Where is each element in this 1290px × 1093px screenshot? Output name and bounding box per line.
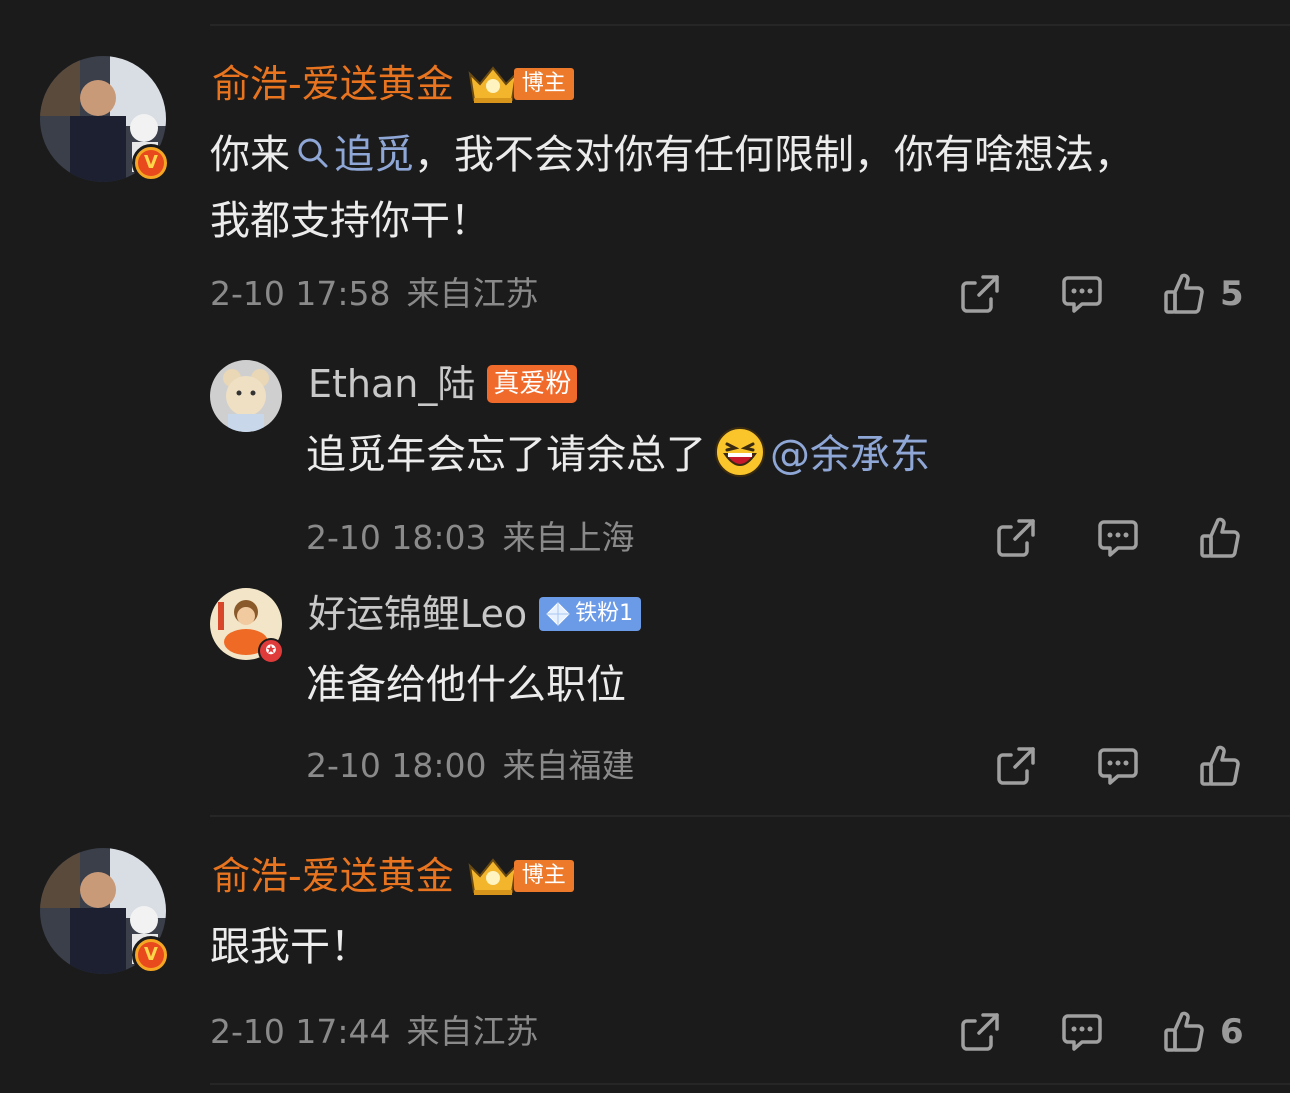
like-button[interactable] [1162,272,1206,316]
author-name[interactable]: 好运锦鲤Leo 铁粉1 [308,590,642,638]
comment-actions [994,744,1242,788]
comment-location: 来自江苏 [406,274,539,313]
crown-icon [468,66,518,103]
share-button[interactable] [958,1010,1002,1054]
like-button[interactable] [1198,744,1242,788]
comment-icon [1098,520,1138,557]
share-icon [997,747,1035,785]
comment-location: 来自江苏 [406,1012,539,1051]
laughing-emoji-icon [715,427,765,477]
diamond-icon [546,602,570,626]
author-name[interactable]: 俞浩-爱送黄金 博主 [212,852,574,900]
comment-meta: 2-10 18:03 来自上海 [306,518,651,558]
share-icon [961,275,999,313]
section-divider [210,815,1290,817]
reply-button[interactable] [1096,516,1140,560]
like-button[interactable] [1198,516,1242,560]
reply-button[interactable] [1096,744,1140,788]
comment-actions [994,516,1242,560]
comment-icon [1062,1014,1102,1051]
verified-v-icon: V [132,144,170,182]
comment-date: 2-10 17:58 [210,274,391,313]
share-icon [997,519,1035,557]
comment-date: 2-10 18:03 [306,518,487,557]
crown-icon [468,858,518,895]
member-badge-icon: ✪ [258,638,284,664]
thumbs-up-icon [1200,745,1240,786]
comment-text: 追觅年会忘了请余总了 @余承东 [306,422,1246,488]
comment-text: 你来 追觅，我不会对你有任何限制，你有啥想法， 我都支持你干！ [210,132,1134,244]
mention-link[interactable]: @余承东 [770,432,930,478]
comment-icon [1098,748,1138,785]
comment-date: 2-10 17:44 [210,1012,391,1051]
comment-actions: 5 [958,272,1244,316]
bottom-divider [210,1083,1290,1085]
blogger-badge: 博主 [466,854,574,898]
comment-location: 来自福建 [502,746,635,785]
author-name[interactable]: 俞浩-爱送黄金 博主 [212,60,574,108]
like-count: 5 [1220,274,1244,314]
thumbs-up-icon [1164,1011,1204,1052]
search-icon [298,138,328,168]
like-count: 6 [1220,1012,1244,1052]
comment-text: 跟我干！ [210,924,370,970]
topic-link[interactable]: 追觅 [290,132,414,178]
comment-icon [1062,276,1102,313]
comment-date: 2-10 18:00 [306,746,487,785]
comment-actions: 6 [958,1010,1244,1054]
avatar[interactable] [210,360,282,432]
comment-meta: 2-10 17:44 来自江苏 [210,1012,555,1052]
fan-badge: 真爱粉 [487,365,578,403]
top-divider [210,24,1290,26]
reply-button[interactable] [1060,272,1104,316]
comment-meta: 2-10 18:00 来自福建 [306,746,651,786]
comment-meta: 2-10 17:58 来自江苏 [210,274,555,314]
share-icon [961,1013,999,1051]
author-name[interactable]: Ethan_陆 真爱粉 [308,360,578,408]
like-button[interactable] [1162,1010,1206,1054]
comment-location: 来自上海 [502,518,635,557]
comment-text: 准备给他什么职位 [306,662,626,708]
share-button[interactable] [994,516,1038,560]
share-button[interactable] [994,744,1038,788]
thumbs-up-icon [1164,273,1204,314]
iron-fan-badge: 铁粉1 [539,597,642,631]
thumbs-up-icon [1200,517,1240,558]
blogger-badge: 博主 [466,62,574,106]
reply-button[interactable] [1060,1010,1104,1054]
verified-v-icon: V [132,936,170,974]
share-button[interactable] [958,272,1002,316]
